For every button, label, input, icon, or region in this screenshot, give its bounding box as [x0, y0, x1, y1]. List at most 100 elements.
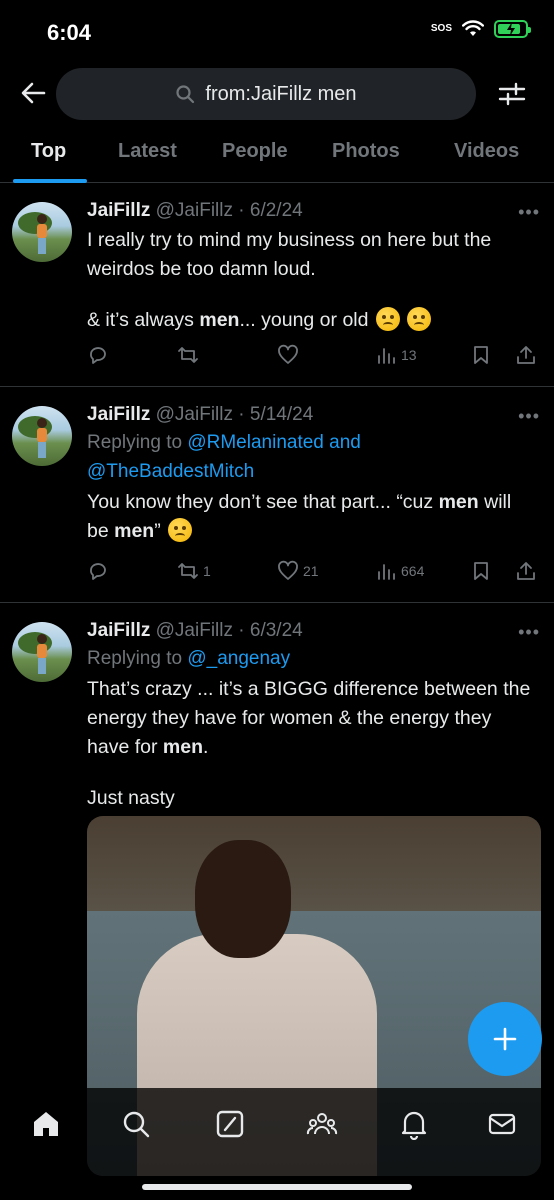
replying-to: Replying to @_angenay [87, 644, 536, 673]
tweet-text-part: & it’s always [87, 309, 200, 331]
repost-button[interactable]: 1 [177, 560, 211, 582]
bookmark-icon [474, 562, 488, 580]
tweet-body: JaiFillz @JaiFillz · 6/3/24 Replying to … [87, 618, 536, 813]
messages-icon[interactable] [486, 1108, 518, 1140]
tab-top[interactable]: Top [31, 140, 66, 163]
tweet-date: · 5/14/24 [238, 404, 314, 425]
tweet-date: · 6/2/24 [238, 200, 303, 221]
mention-link[interactable]: @_angenay [187, 648, 290, 669]
replying-label: Replying to [87, 648, 188, 669]
tweet-text-part: You know they don’t see that part... “cu… [87, 491, 439, 513]
reply-icon [90, 563, 106, 580]
share-button[interactable] [515, 344, 537, 366]
communities-icon[interactable] [306, 1108, 338, 1140]
tab-photos[interactable]: Photos [332, 140, 400, 163]
tweet-header: JaiFillz @JaiFillz · 6/2/24 [87, 198, 536, 224]
home-icon[interactable] [30, 1108, 62, 1140]
search-query: from:JaiFillz men [205, 82, 357, 105]
avatar[interactable] [12, 406, 72, 466]
back-arrow-icon[interactable] [18, 78, 48, 108]
highlighted-term: men [199, 309, 240, 331]
plus-icon [493, 1027, 517, 1051]
search-header: from:JaiFillz men [0, 68, 554, 120]
highlighted-term: men [162, 736, 203, 758]
notifications-icon[interactable] [398, 1108, 430, 1140]
compose-button[interactable] [468, 1002, 542, 1076]
heart-icon [278, 560, 298, 580]
search-tabs: Top Latest People Photos Videos [0, 130, 554, 183]
handle: @JaiFillz [155, 404, 233, 425]
views-button[interactable]: 13 [375, 344, 417, 366]
heart-icon [278, 344, 298, 364]
views-icon [378, 348, 395, 364]
highlighted-term: men [438, 491, 479, 513]
repost-count: 1 [203, 563, 211, 579]
tweet-text: Just nasty [87, 787, 175, 809]
grok-icon[interactable] [214, 1108, 246, 1140]
tweet-header: JaiFillz @JaiFillz · 5/14/24 [87, 402, 536, 428]
mention-link[interactable]: @TheBaddestMitch [87, 461, 254, 482]
view-count: 664 [401, 563, 425, 579]
like-count: 21 [303, 563, 319, 579]
tab-videos[interactable]: Videos [454, 140, 519, 163]
tweet-body: JaiFillz @JaiFillz · 6/2/24 I really try… [87, 198, 536, 335]
tab-latest[interactable]: Latest [118, 140, 177, 163]
display-name[interactable]: JaiFillz [87, 620, 150, 641]
handle: @JaiFillz [155, 200, 233, 221]
reply-icon [90, 347, 106, 364]
view-count: 13 [401, 347, 417, 363]
status-bar: 6:04 SOS [0, 0, 554, 62]
share-button[interactable] [515, 560, 537, 582]
handle: @JaiFillz [155, 620, 233, 641]
tweet-text-line: I really try to mind my business on here… [87, 229, 492, 280]
tweet-text: I really try to mind my business on here… [87, 226, 536, 284]
views-button[interactable]: 664 [375, 560, 424, 582]
status-icons: SOS [430, 20, 531, 38]
search-input[interactable]: from:JaiFillz men [56, 68, 476, 120]
repost-icon [178, 563, 198, 579]
wifi-icon [462, 20, 484, 36]
status-time: 6:04 [47, 20, 92, 45]
like-button[interactable]: 21 [277, 560, 319, 582]
tweet-header: JaiFillz @JaiFillz · 6/3/24 [87, 618, 536, 644]
replying-label: Replying to [87, 432, 188, 453]
views-icon [378, 564, 395, 580]
bookmark-button[interactable] [470, 344, 492, 366]
bookmark-icon [474, 346, 488, 364]
tweet-actions: 13 [87, 344, 540, 372]
bottom-nav [0, 1088, 554, 1200]
repost-button[interactable] [177, 344, 203, 366]
search-icon[interactable] [120, 1108, 152, 1140]
woozy-face-emoji [407, 307, 432, 331]
reply-button[interactable] [87, 344, 113, 366]
bookmark-button[interactable] [470, 560, 492, 582]
like-button[interactable] [277, 344, 303, 366]
tweet-date: · 6/3/24 [238, 620, 303, 641]
sos-indicator: SOS [430, 23, 452, 34]
tweet-text: That’s crazy ... it’s a BIGGG difference… [87, 675, 536, 762]
mention-link[interactable]: @RMelaninated and [187, 432, 361, 453]
share-icon [517, 562, 535, 580]
battery-icon [494, 20, 531, 38]
tweet-body: JaiFillz @JaiFillz · 5/14/24 Replying to… [87, 402, 536, 546]
tweet[interactable]: ••• JaiFillz @JaiFillz · 5/14/24 Replyin… [0, 388, 554, 603]
display-name[interactable]: JaiFillz [87, 200, 150, 221]
woozy-face-emoji [168, 518, 193, 542]
tweet-text-part: That’s crazy ... it’s a BIGGG difference… [87, 678, 531, 758]
woozy-face-emoji [375, 307, 400, 331]
tweet-actions: 1 21 664 [87, 560, 540, 588]
avatar[interactable] [12, 622, 72, 682]
sliders-icon[interactable] [498, 80, 526, 108]
share-icon [517, 346, 535, 364]
tab-people[interactable]: People [222, 140, 288, 163]
charging-bolt-icon [507, 22, 515, 36]
tweet-text-part: ” [154, 520, 161, 542]
tweet[interactable]: ••• JaiFillz @JaiFillz · 6/2/24 I really… [0, 184, 554, 387]
display-name[interactable]: JaiFillz [87, 404, 150, 425]
home-indicator [142, 1184, 412, 1190]
highlighted-term: men [114, 520, 155, 542]
repost-icon [178, 347, 198, 363]
avatar[interactable] [12, 202, 72, 262]
tweet-text: & it’s always men... young or old [87, 306, 536, 335]
reply-button[interactable] [87, 560, 113, 582]
